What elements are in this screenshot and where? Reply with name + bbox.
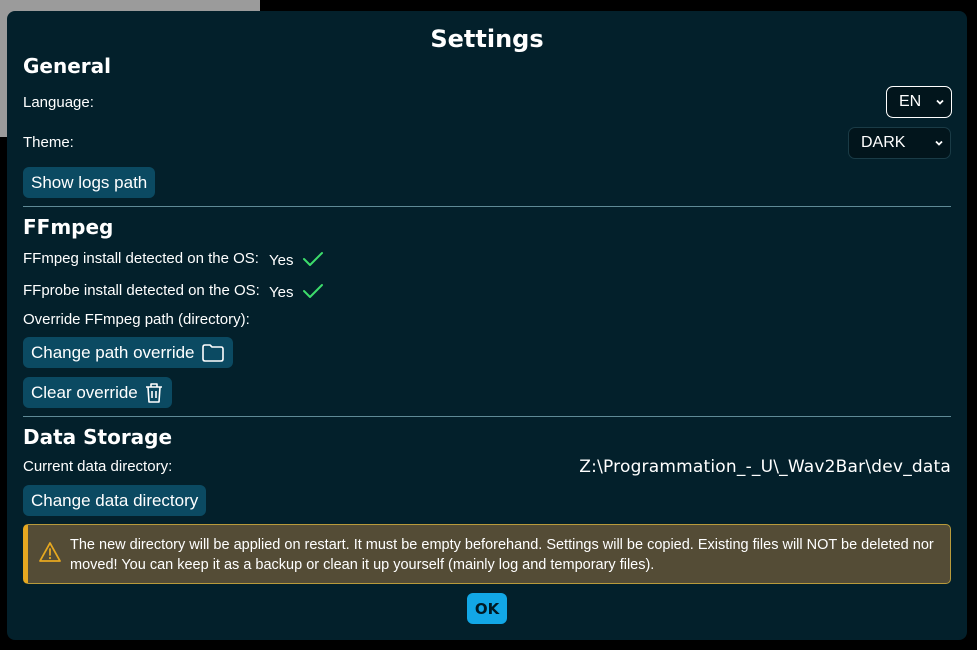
ffprobe-detect-value: Yes xyxy=(269,284,294,301)
folder-icon xyxy=(201,343,224,362)
ok-button[interactable]: OK xyxy=(467,593,507,624)
settings-dialog: Settings General Language: EN Theme: DAR… xyxy=(7,11,967,640)
general-section-title: General xyxy=(23,54,111,78)
ffprobe-detect-label: FFprobe install detected on the OS: xyxy=(23,282,260,299)
warning-triangle-icon xyxy=(39,542,61,562)
chevron-down-icon xyxy=(936,99,944,105)
change-path-override-button[interactable]: Change path override xyxy=(23,337,233,368)
theme-select-value: DARK xyxy=(861,134,906,151)
ffmpeg-section-title: FFmpeg xyxy=(23,215,114,239)
dialog-title: Settings xyxy=(430,25,544,53)
change-path-override-label: Change path override xyxy=(31,343,195,362)
language-select[interactable]: EN xyxy=(886,86,952,118)
trash-icon xyxy=(145,382,162,403)
warning-text: The new directory will be applied on res… xyxy=(70,537,934,573)
language-label: Language: xyxy=(23,94,94,111)
theme-select[interactable]: DARK xyxy=(848,127,951,159)
restart-warning-box: The new directory will be applied on res… xyxy=(23,524,951,584)
current-data-directory-value: Z:\Programmation_-_U\_Wav2Bar\dev_data xyxy=(579,457,951,477)
ffmpeg-detect-value: Yes xyxy=(269,252,294,269)
show-logs-path-label: Show logs path xyxy=(31,173,148,192)
clear-override-button[interactable]: Clear override xyxy=(23,377,172,408)
current-data-directory-label: Current data directory: xyxy=(23,458,173,475)
language-select-value: EN xyxy=(899,93,922,110)
section-divider xyxy=(23,416,951,417)
check-icon xyxy=(303,252,323,266)
ffmpeg-detect-label: FFmpeg install detected on the OS: xyxy=(23,250,259,267)
chevron-down-icon xyxy=(935,140,943,146)
change-data-directory-button[interactable]: Change data directory xyxy=(23,485,207,516)
check-icon xyxy=(303,284,323,298)
change-data-directory-label: Change data directory xyxy=(31,491,199,510)
show-logs-path-button[interactable]: Show logs path xyxy=(23,167,156,198)
clear-override-label: Clear override xyxy=(31,383,138,402)
section-divider xyxy=(23,206,951,207)
override-path-label: Override FFmpeg path (directory): xyxy=(23,311,250,328)
data-storage-section-title: Data Storage xyxy=(23,425,173,449)
theme-label: Theme: xyxy=(23,134,74,151)
